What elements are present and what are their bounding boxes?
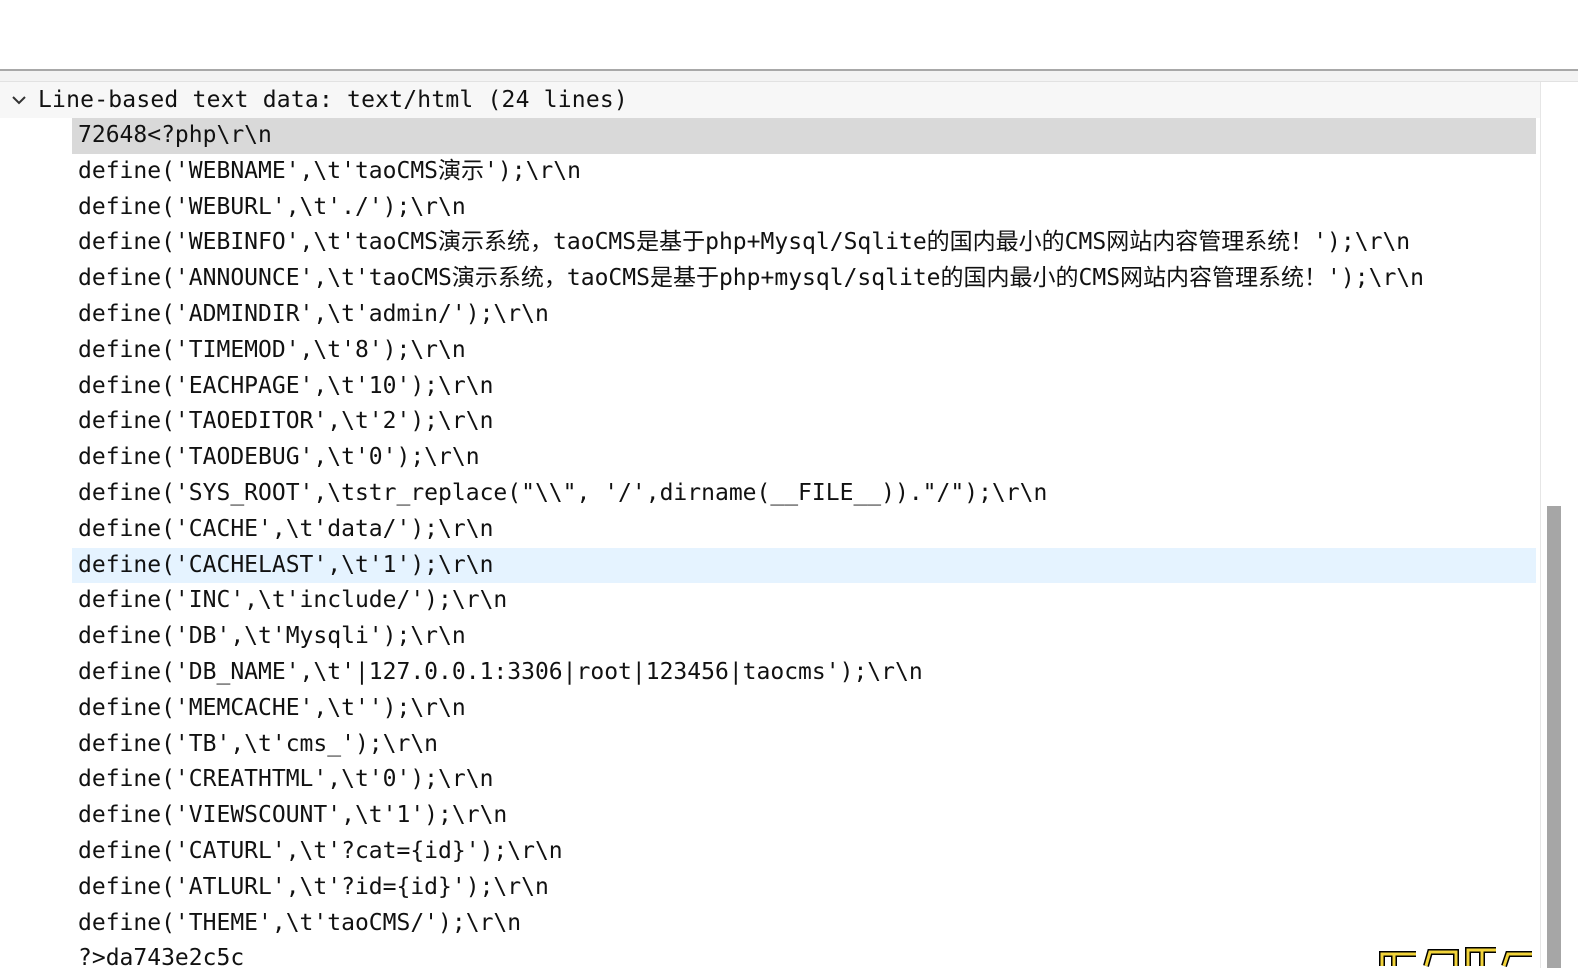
text-line[interactable]: define('SYS_ROOT',\tstr_replace("\\", '/… bbox=[72, 476, 1536, 512]
text-line[interactable]: define('THEME',\t'taoCMS/');\r\n bbox=[72, 906, 1536, 942]
text-line[interactable]: define('EACHPAGE',\t'10');\r\n bbox=[72, 369, 1536, 405]
text-line[interactable]: define('TIMEMOD',\t'8');\r\n bbox=[72, 333, 1536, 369]
text-line[interactable]: define('DB',\t'Mysqli');\r\n bbox=[72, 619, 1536, 655]
text-line[interactable]: define('DB_NAME',\t'|127.0.0.1:3306|root… bbox=[72, 655, 1536, 691]
text-line[interactable]: define('WEBNAME',\t'taoCMS演示');\r\n bbox=[72, 154, 1536, 190]
text-line[interactable]: define('ADMINDIR',\t'admin/');\r\n bbox=[72, 297, 1536, 333]
pane-divider-shadow bbox=[0, 71, 1578, 82]
text-line[interactable]: define('CREATHTML',\t'0');\r\n bbox=[72, 762, 1536, 798]
scrollbar-thumb[interactable] bbox=[1547, 506, 1561, 968]
text-lines: 72648<?php\r\n define('WEBNAME',\t'taoCM… bbox=[72, 118, 1536, 968]
text-line-selected[interactable]: 72648<?php\r\n bbox=[72, 118, 1536, 154]
text-line[interactable]: define('VIEWSCOUNT',\t'1');\r\n bbox=[72, 798, 1536, 834]
text-line[interactable]: define('TB',\t'cms_');\r\n bbox=[72, 727, 1536, 763]
text-line[interactable]: ?>da743e2c5c bbox=[72, 941, 1536, 968]
text-line[interactable]: define('CACHE',\t'data/');\r\n bbox=[72, 512, 1536, 548]
text-line[interactable]: define('ATLURL',\t'?id={id}');\r\n bbox=[72, 870, 1536, 906]
text-line[interactable]: define('WEBINFO',\t'taoCMS演示系统，taoCMS是基于… bbox=[72, 225, 1536, 261]
text-line[interactable]: define('INC',\t'include/');\r\n bbox=[72, 583, 1536, 619]
vertical-scrollbar[interactable] bbox=[1540, 82, 1578, 968]
packet-detail-tree: Line-based text data: text/html (24 line… bbox=[0, 82, 1540, 968]
tree-node-line-based-text[interactable]: Line-based text data: text/html (24 line… bbox=[0, 82, 1540, 118]
text-line[interactable]: define('TAODEBUG',\t'0');\r\n bbox=[72, 440, 1536, 476]
tree-node-label: Line-based text data: text/html (24 line… bbox=[38, 87, 628, 113]
text-line[interactable]: define('CATURL',\t'?cat={id}');\r\n bbox=[72, 834, 1536, 870]
text-line[interactable]: define('MEMCACHE',\t'');\r\n bbox=[72, 691, 1536, 727]
text-line[interactable]: define('TAOEDITOR',\t'2');\r\n bbox=[72, 404, 1536, 440]
text-line-hovered[interactable]: define('CACHELAST',\t'1');\r\n bbox=[72, 547, 1536, 584]
chevron-down-icon[interactable] bbox=[0, 82, 38, 118]
text-line[interactable]: define('WEBURL',\t'./');\r\n bbox=[72, 190, 1536, 226]
toolbar-area bbox=[0, 0, 1578, 69]
text-line[interactable]: define('ANNOUNCE',\t'taoCMS演示系统，taoCMS是基… bbox=[72, 261, 1536, 297]
watermark-overlay bbox=[1376, 938, 1536, 968]
